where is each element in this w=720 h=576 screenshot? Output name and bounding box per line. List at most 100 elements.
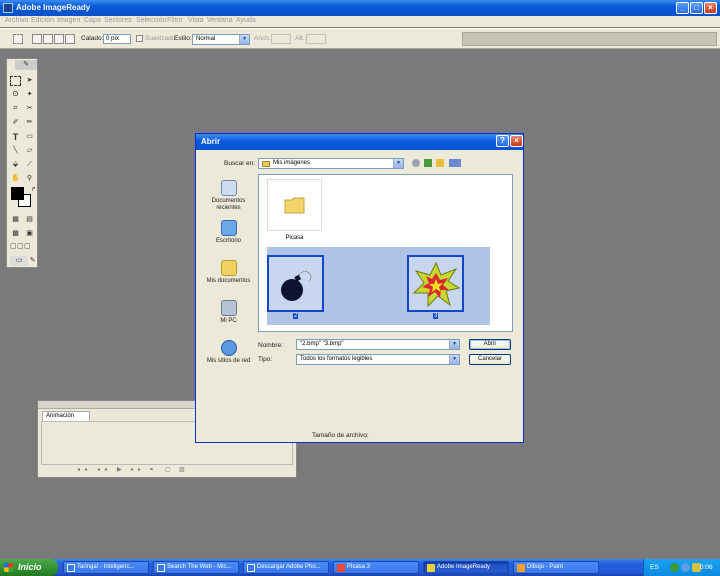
menu-sectores[interactable]: Sectores [104, 17, 132, 24]
tab-animacion[interactable]: Animación [42, 411, 90, 421]
task-descargar-adobe[interactable]: Descargar Adobe Pho... [243, 561, 329, 574]
crop-tool-icon[interactable]: ⌗ [10, 104, 21, 114]
task-taringa[interactable]: Taringa! - Inteligenc... [63, 561, 149, 574]
width-input[interactable] [271, 34, 291, 44]
new-selection-button[interactable] [32, 34, 42, 44]
imageready-app-icon [427, 564, 435, 572]
my-computer-icon [220, 300, 237, 316]
pencil-tool-icon[interactable]: ✏ [24, 118, 35, 128]
task-search-web[interactable]: Search The Web - Mic... [153, 561, 239, 574]
clock: 0:06 [700, 564, 713, 571]
magic-wand-icon[interactable]: ✦ [24, 90, 35, 100]
palette-well[interactable] [462, 32, 717, 46]
task-imageready[interactable]: Adobe ImageReady [423, 561, 509, 574]
new-folder-icon[interactable] [436, 159, 444, 167]
task-paint[interactable]: Dibujo - Paint [513, 561, 599, 574]
delete-frame-icon[interactable]: ▥ [179, 466, 189, 473]
toggle-image-map-icon[interactable]: ▦ [10, 215, 21, 225]
marquee-tool-icon[interactable] [10, 76, 21, 86]
menu-ayuda[interactable]: Ayuda [236, 17, 256, 24]
cancel-button[interactable]: Cancelar [469, 354, 511, 365]
network-icon[interactable] [670, 563, 679, 572]
preview-icon[interactable]: ▩ [10, 229, 21, 239]
brush-tool-icon[interactable]: ✐ [10, 118, 21, 128]
paint-bucket-icon[interactable]: ⬙ [10, 160, 21, 170]
dialog-title-bar[interactable]: Abrir ? × [196, 134, 523, 150]
file-list[interactable]: Picasa 2 3 [258, 174, 513, 332]
swap-colors-icon[interactable]: ↱ [28, 185, 39, 195]
close-button[interactable]: × [704, 2, 717, 14]
view-mode-2-icon[interactable]: ▢ [17, 242, 24, 252]
next-frame-icon[interactable]: ▸▸ [131, 466, 145, 473]
help-button[interactable]: ? [496, 135, 509, 147]
height-input[interactable] [306, 34, 326, 44]
eyedropper-icon[interactable]: ⟋ [24, 160, 35, 170]
add-selection-button[interactable] [43, 34, 53, 44]
place-my-documents[interactable]: Mis documentos [205, 260, 252, 285]
type-tool-icon[interactable]: T [10, 132, 21, 142]
start-button[interactable]: Inicio [0, 559, 58, 576]
task-picasa[interactable]: Picasa 3 [333, 561, 419, 574]
slice-tool-icon[interactable]: ✂ [24, 104, 35, 114]
place-desktop[interactable]: Escritorio [205, 220, 252, 245]
messenger-icon[interactable] [681, 563, 690, 572]
view-mode-3-icon[interactable]: ▢ [24, 242, 31, 252]
tool-palette: ✎ ➤ ʘ ✦ ⌗ ✂ ✐ ✏ T ▭ ╲ ▱ ⬙ ⟋ ✋ ⚲ ↱ ▦ ▤ ▩ … [6, 58, 38, 268]
minimize-button[interactable]: _ [676, 2, 689, 14]
menu-edicion[interactable]: Edición [31, 17, 54, 24]
toggle-slice-icon[interactable]: ▤ [24, 215, 35, 225]
dialog-title: Abrir [201, 137, 221, 146]
zoom-tool-icon[interactable]: ⚲ [24, 174, 35, 184]
menu-seleccion[interactable]: Selección [136, 17, 166, 24]
loop-icon[interactable]: ◂◂ [77, 466, 91, 473]
play-icon[interactable]: ▶ [117, 466, 126, 473]
menu-ventana[interactable]: Ventana [207, 17, 233, 24]
maximize-button[interactable]: □ [690, 2, 703, 14]
antialias-checkbox[interactable] [136, 35, 143, 42]
file-item-2[interactable] [267, 255, 324, 312]
width-label: Anch.: [254, 35, 273, 42]
file-item-picasa[interactable] [267, 179, 322, 231]
menu-archivo[interactable]: Archivo [5, 17, 28, 24]
intersect-selection-button[interactable] [65, 34, 75, 44]
menu-filtro[interactable]: Filtro [167, 17, 183, 24]
move-tool-icon[interactable]: ➤ [24, 76, 35, 86]
line-tool-icon[interactable]: ╲ [10, 146, 21, 156]
shape-tool-icon[interactable]: ▭ [24, 132, 35, 142]
rollover-preview-icon[interactable]: ▣ [24, 229, 35, 239]
back-icon[interactable] [412, 159, 420, 167]
marquee-tool-preset[interactable] [13, 34, 23, 44]
hand-tool-icon[interactable]: ✋ [10, 174, 21, 184]
menu-capa[interactable]: Capa [84, 17, 101, 24]
subtract-selection-button[interactable] [54, 34, 64, 44]
tween-icon[interactable]: ⚭ [149, 466, 158, 473]
open-button[interactable]: Abrir [469, 339, 511, 350]
jump-to-photoshop-icon[interactable]: ✎ [15, 60, 37, 70]
height-label: Alt.: [295, 35, 307, 42]
filetype-select[interactable]: Todos los formatos legibles ▼ [296, 354, 460, 365]
preview-in-browser-icon[interactable]: ▭ [10, 256, 28, 266]
eraser-tool-icon[interactable]: ▱ [24, 146, 35, 156]
edit-in-photoshop-icon[interactable]: ✎ [27, 256, 38, 266]
dialog-close-button[interactable]: × [510, 135, 523, 147]
view-mode-1-icon[interactable]: ▢ [10, 242, 17, 252]
chevron-down-icon: ▼ [239, 35, 249, 44]
lasso-tool-icon[interactable]: ʘ [10, 90, 21, 100]
file-item-3[interactable] [407, 255, 464, 312]
look-in-select[interactable]: Mis imágenes ▼ [258, 158, 404, 169]
place-my-computer[interactable]: Mi PC [205, 300, 252, 325]
place-network[interactable]: Mis sitios de red [205, 340, 252, 365]
feather-input[interactable]: 0 píx [103, 34, 131, 44]
up-folder-icon[interactable] [424, 159, 432, 167]
views-menu-icon[interactable] [449, 159, 461, 167]
language-indicator[interactable]: ES [650, 559, 659, 576]
style-select[interactable]: Normal ▼ [192, 34, 250, 45]
place-recent[interactable]: Documentos recientes [205, 180, 252, 212]
filename-input[interactable]: "2.bmp" "3.bmp" ▼ [296, 339, 460, 350]
menu-imagen[interactable]: Imagen [57, 17, 80, 24]
menu-vista[interactable]: Vista [188, 17, 203, 24]
previous-frame-icon[interactable]: ◂◂ [97, 466, 111, 473]
duplicate-frame-icon[interactable]: ▢ [165, 466, 175, 473]
chevron-down-icon: ▼ [449, 355, 459, 364]
browser-icon [67, 564, 75, 572]
